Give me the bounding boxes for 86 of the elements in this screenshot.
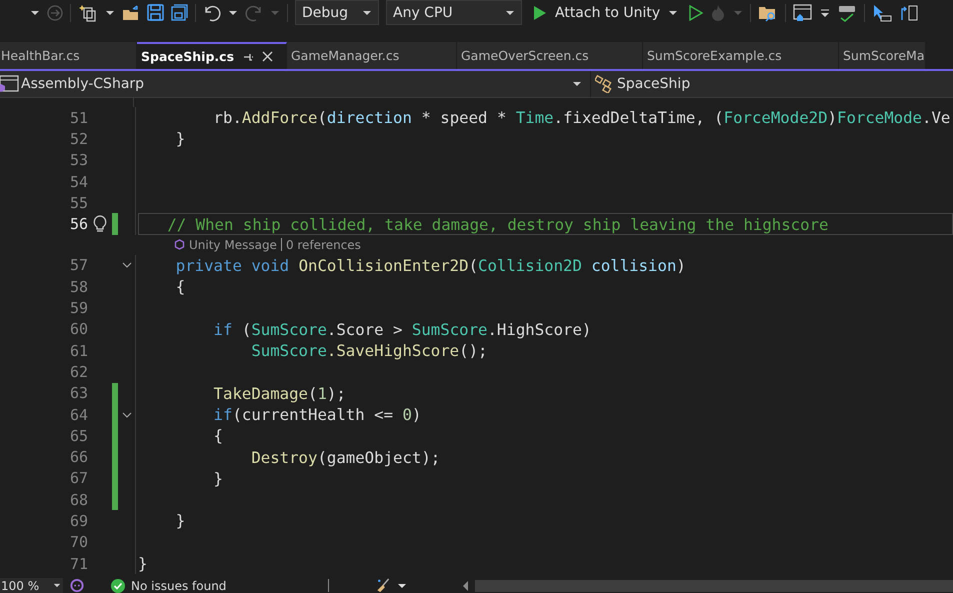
code-line: { bbox=[212, 426, 224, 446]
file-tab[interactable]: GameOverScreen.cs bbox=[457, 42, 643, 69]
lightbulb-icon[interactable] bbox=[93, 215, 107, 234]
broom-icon[interactable] bbox=[375, 578, 392, 593]
collapse-chevron-icon[interactable] bbox=[122, 412, 132, 418]
line-number: 60 bbox=[68, 320, 88, 338]
cursor-icon[interactable] bbox=[872, 4, 892, 22]
list-arrow-icon[interactable] bbox=[899, 4, 920, 22]
line-number: 71 bbox=[68, 554, 88, 573]
caret-icon bbox=[362, 10, 372, 16]
horizontal-scrollbar[interactable] bbox=[475, 580, 953, 592]
caret-icon bbox=[53, 583, 62, 588]
line-number: 52 bbox=[68, 130, 88, 148]
code-line: { bbox=[174, 277, 186, 296]
line-number: 55 bbox=[68, 194, 88, 212]
line-number: 58 bbox=[68, 278, 88, 296]
dropdown-caret-icon[interactable] bbox=[228, 10, 238, 16]
tab-label[interactable]: HealthBar.cs bbox=[1, 48, 80, 63]
tab-label[interactable]: SpaceShip.cs bbox=[141, 49, 234, 64]
dropdown-caret-icon[interactable] bbox=[30, 10, 40, 16]
code-line: Destroy(gameObject); bbox=[250, 448, 440, 467]
line-number: 69 bbox=[68, 512, 88, 530]
play-icon bbox=[533, 4, 547, 20]
code-line: if (SumScore.Score > SumScore.HighScore) bbox=[212, 320, 592, 339]
line-number: 63 bbox=[68, 384, 88, 402]
code-line: } bbox=[174, 129, 186, 148]
collapse-chevron-icon[interactable] bbox=[122, 262, 132, 268]
dropdown-caret-icon[interactable] bbox=[105, 10, 115, 16]
tab-label[interactable]: GameOverScreen.cs bbox=[461, 48, 589, 63]
code-line: // When ship collided, take damage, destroy ship leaving the highscore bbox=[166, 214, 828, 234]
configuration-dropdown[interactable]: Debug bbox=[295, 0, 379, 25]
play-outline-icon[interactable] bbox=[689, 4, 704, 20]
line-number: 68 bbox=[68, 490, 88, 509]
line-number: 57 bbox=[68, 256, 88, 274]
dropdown-caret-icon[interactable] bbox=[397, 582, 408, 588]
attach-to-unity-button[interactable]: Attach to Unity bbox=[529, 4, 682, 20]
line-number: 65 bbox=[68, 426, 88, 445]
file-tab[interactable]: SumScoreMa bbox=[839, 42, 926, 69]
line-number: 51 bbox=[68, 108, 88, 127]
codelens-label[interactable]: Unity Message bbox=[189, 238, 277, 252]
window-home-icon[interactable] bbox=[793, 4, 814, 22]
close-icon[interactable] bbox=[262, 51, 274, 62]
line-number: 53 bbox=[68, 151, 88, 170]
line-number: 59 bbox=[68, 299, 88, 318]
references-link[interactable]: 0 references bbox=[286, 238, 361, 252]
undo-icon[interactable] bbox=[203, 4, 221, 22]
line-number: 62 bbox=[68, 362, 88, 381]
open-folder-icon[interactable] bbox=[122, 4, 140, 20]
spell-check-icon[interactable] bbox=[837, 4, 858, 22]
file-tab[interactable]: HealthBar.cs bbox=[0, 42, 137, 69]
zoom-dropdown[interactable]: 100 % bbox=[0, 578, 63, 593]
code-line: } bbox=[138, 554, 148, 574]
line-number: 64 bbox=[68, 406, 88, 424]
save-all-icon[interactable] bbox=[171, 4, 188, 21]
code-line: TakeDamage(1); bbox=[212, 384, 346, 403]
line-number: 56 bbox=[68, 215, 88, 234]
cube-icon bbox=[174, 239, 185, 250]
issues-status[interactable]: No issues found bbox=[131, 578, 226, 592]
tab-label[interactable]: SumScoreExample.cs bbox=[647, 48, 782, 63]
class-dropdown[interactable]: SpaceShip bbox=[591, 71, 690, 97]
project-dropdown[interactable]: Assembly-CSharp bbox=[0, 71, 591, 97]
check-circle-icon bbox=[111, 578, 125, 592]
platform-dropdown[interactable]: Any CPU bbox=[386, 0, 522, 25]
scroll-left-icon[interactable] bbox=[463, 580, 470, 590]
tab-label[interactable]: GameManager.cs bbox=[291, 48, 400, 63]
caret-icon bbox=[572, 81, 582, 87]
tab-label[interactable]: SumScoreMa bbox=[843, 48, 924, 63]
overflow-icon[interactable] bbox=[820, 8, 830, 18]
line-number: 54 bbox=[68, 172, 88, 191]
line-number: 67 bbox=[68, 469, 88, 488]
caret-icon bbox=[505, 10, 515, 16]
code-line: SumScore.SaveHighScore(); bbox=[250, 341, 488, 360]
save-icon[interactable] bbox=[147, 4, 164, 21]
line-number: 66 bbox=[68, 448, 88, 466]
project-icon bbox=[0, 75, 19, 93]
code-line: } bbox=[212, 468, 224, 488]
code-line: if(currentHealth <= 0) bbox=[212, 405, 422, 424]
file-tab[interactable]: SumScoreExample.cs bbox=[643, 42, 839, 69]
caret-icon bbox=[668, 10, 678, 16]
new-item-icon[interactable] bbox=[78, 4, 98, 22]
code-line: } bbox=[174, 511, 186, 530]
line-number: 70 bbox=[68, 533, 88, 552]
file-tab[interactable]: GameManager.cs bbox=[287, 42, 457, 69]
code-line: private void OnCollisionEnter2D(Collision2D collision) bbox=[174, 256, 686, 275]
code-line: rb.AddForce(direction * speed * Time.fixedDeltaTime, (ForceMode2D)ForceMode.Ve bbox=[212, 108, 950, 128]
line-number: 61 bbox=[68, 342, 88, 360]
